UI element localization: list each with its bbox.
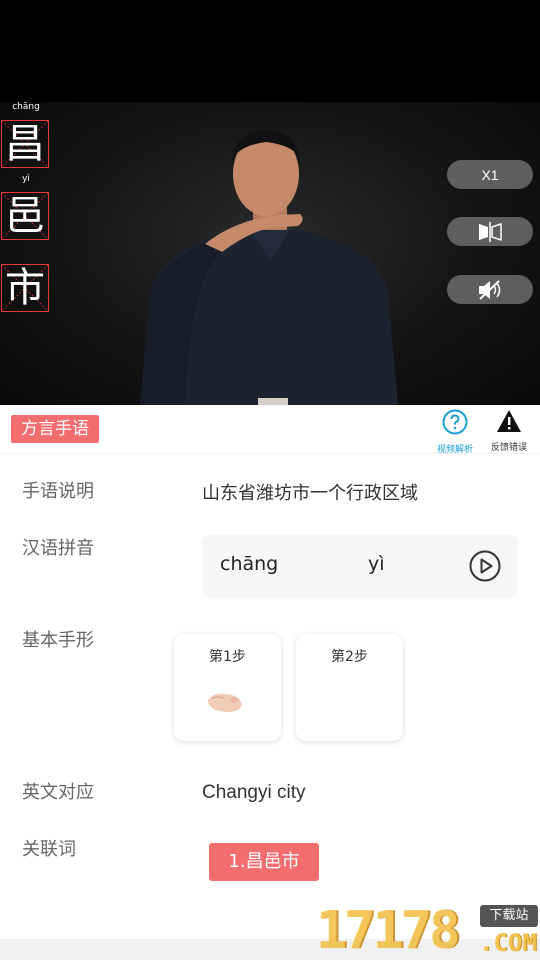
related-word-button[interactable]: 1.昌邑市 [209, 843, 319, 881]
char-box: 市 [1, 264, 49, 312]
english-label: 英文对应 [22, 782, 94, 803]
step-card-1[interactable]: 第1步 [174, 634, 281, 741]
handshape-image [208, 693, 242, 712]
watermark-suffix: .COM [479, 929, 537, 957]
watermark-digits: 17178 [316, 901, 461, 960]
step-title: 第1步 [209, 649, 246, 665]
divider [0, 453, 540, 454]
mirror-flip-icon [479, 221, 502, 242]
video-frame[interactable] [0, 102, 540, 405]
pinyin-label: 汉语拼音 [22, 538, 94, 559]
mute-button[interactable] [447, 275, 533, 304]
video-player[interactable]: chāng 昌 yì 邑 市 X1 [0, 0, 540, 405]
speed-button[interactable]: X1 [447, 160, 533, 189]
char-box: 邑 [1, 192, 49, 240]
pinyin-syllable: yì [368, 553, 385, 575]
dialect-tag[interactable]: 方言手语 [11, 415, 99, 443]
char-glyph: 昌 [5, 121, 45, 167]
pinyin-syllable: chāng [220, 553, 279, 575]
report-error-button[interactable]: 反馈错误 [484, 409, 534, 453]
play-circle-icon[interactable] [469, 550, 501, 582]
warning-triangle-icon [497, 410, 521, 432]
description-label: 手语说明 [22, 481, 94, 502]
video-analysis-button[interactable]: 视频解析 [430, 409, 480, 455]
english-value: Changyi city [202, 782, 306, 803]
watermark-badge: 下载站 [480, 905, 538, 927]
char-box: 昌 [1, 120, 49, 168]
char-pinyin: yì [22, 174, 30, 184]
question-circle-icon [442, 409, 468, 435]
watermark-logo: 17178 下载站 .COM [316, 903, 540, 960]
handshape-label: 基本手形 [22, 630, 94, 651]
speed-label: X1 [481, 166, 499, 183]
char-glyph: 邑 [5, 193, 45, 239]
detail-panel: 方言手语 视频解析 反馈错误 手语说明 山东省潍坊市一个行政区域 汉语拼音 ch… [0, 405, 540, 960]
report-error-label: 反馈错误 [490, 443, 527, 453]
pinyin-box: chāng yì [202, 535, 518, 598]
speaker-muted-icon [479, 279, 501, 300]
description-value: 山东省潍坊市一个行政区域 [202, 483, 418, 504]
char-pinyin: chāng [12, 102, 40, 112]
signer-figure [140, 130, 398, 405]
step-card-2[interactable]: 第2步 [296, 634, 403, 741]
step-title: 第2步 [331, 649, 368, 665]
related-label: 关联词 [22, 839, 76, 860]
mirror-button[interactable] [447, 217, 533, 246]
char-glyph: 市 [5, 265, 45, 311]
